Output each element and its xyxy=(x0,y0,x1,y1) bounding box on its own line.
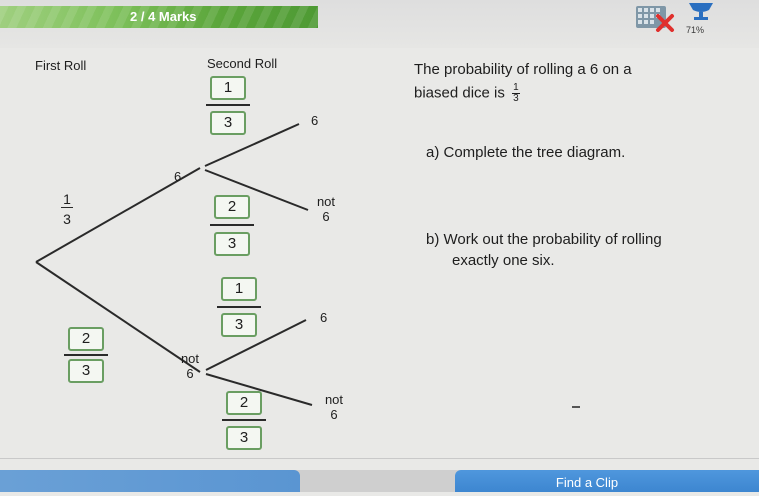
first-not-six-answer-denominator[interactable]: 3 xyxy=(68,359,104,383)
stray-dash-mark xyxy=(572,406,580,408)
six-six-label: 6 xyxy=(311,113,319,128)
footer-left-tab[interactable] xyxy=(0,470,300,492)
first-not-six-answer-numerator[interactable]: 2 xyxy=(68,327,104,351)
six-not-six-label-line2: 6 xyxy=(322,209,330,224)
six-six-answer-numerator[interactable]: 1 xyxy=(210,76,246,100)
not-six-six-label: 6 xyxy=(320,310,328,325)
question-intro-line1: The probability of rolling a 6 on a xyxy=(414,61,632,78)
six-six-answer-denominator[interactable]: 3 xyxy=(210,111,246,135)
first-six-prob-bar xyxy=(61,207,73,208)
marks-text: 2 / 4 Marks xyxy=(130,9,197,24)
six-not-six-answer-denominator[interactable]: 3 xyxy=(214,232,250,256)
question-part-a: a) Complete the tree diagram. xyxy=(426,144,626,161)
second-roll-header: Second Roll xyxy=(207,56,278,71)
question-intro-text: biased dice is xyxy=(414,84,505,102)
first-not-six-label-line1: not xyxy=(180,351,200,366)
first-six-prob-denominator: 3 xyxy=(63,211,71,227)
question-part-b-line2: exactly one six. xyxy=(452,252,555,269)
question-part-b-line1: b) Work out the probability of rolling xyxy=(426,231,662,248)
first-six-prob-numerator: 1 xyxy=(63,191,71,207)
first-not-six-label-line2: 6 xyxy=(186,366,194,381)
not-six-six-answer-bar xyxy=(217,306,261,308)
not-six-not-six-label-line2: 6 xyxy=(330,407,338,422)
footer-divider xyxy=(0,458,759,459)
not-six-six-answer-denominator[interactable]: 3 xyxy=(221,313,257,337)
first-roll-header: First Roll xyxy=(35,58,87,73)
question-intro-fraction-denominator: 3 xyxy=(513,93,519,104)
question-intro-fraction: 1 3 xyxy=(512,83,520,104)
six-not-six-label: not 6 xyxy=(310,194,342,224)
find-a-clip-button[interactable]: Find a Clip xyxy=(455,470,759,492)
question-intro-line2: biased dice is 1 3 xyxy=(414,83,520,104)
six-not-six-label-line1: not xyxy=(316,194,336,209)
not-six-not-six-label-line1: not xyxy=(324,392,344,407)
six-not-six-answer-numerator[interactable]: 2 xyxy=(214,195,250,219)
first-six-label: 6 xyxy=(174,169,182,184)
not-six-not-six-answer-bar xyxy=(222,419,266,421)
first-not-six-answer-bar xyxy=(64,354,108,356)
first-not-six-label: not 6 xyxy=(174,351,206,381)
six-six-answer-bar xyxy=(206,104,250,106)
not-six-not-six-answer-numerator[interactable]: 2 xyxy=(226,391,262,415)
not-six-not-six-answer-denominator[interactable]: 3 xyxy=(226,426,262,450)
not-six-not-six-label: not 6 xyxy=(318,392,350,422)
not-six-six-answer-numerator[interactable]: 1 xyxy=(221,277,257,301)
six-not-six-answer-bar xyxy=(210,224,254,226)
